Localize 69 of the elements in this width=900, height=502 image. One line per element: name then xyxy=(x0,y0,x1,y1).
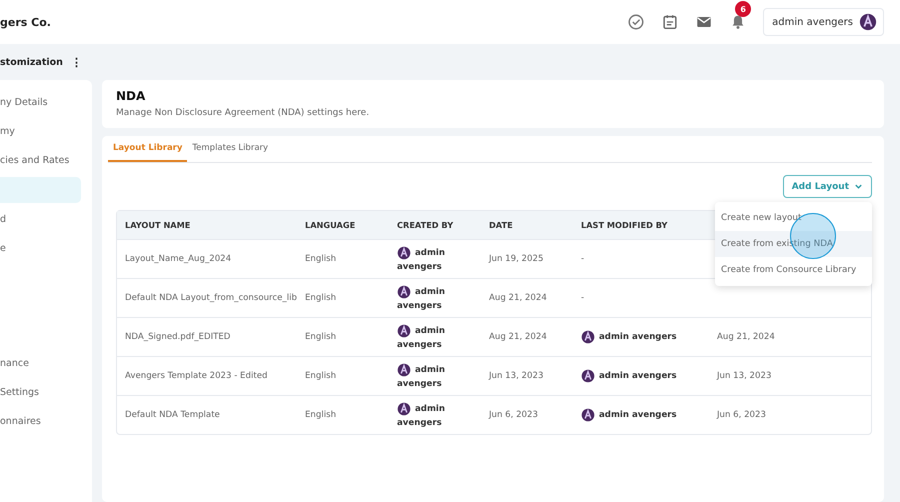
calendar-icon[interactable] xyxy=(661,13,680,31)
sidebar-item[interactable]: nance xyxy=(0,349,81,378)
add-layout-button[interactable]: Add Layout xyxy=(782,175,872,198)
sidebar-item[interactable]: cies and Rates xyxy=(0,146,81,175)
avatar-icon xyxy=(859,13,877,31)
column-header: CREATED BY xyxy=(396,220,454,230)
notification-badge: 6 xyxy=(735,1,752,17)
section-title: stomization xyxy=(0,56,63,68)
page-title: NDA xyxy=(116,89,146,103)
avatar-icon xyxy=(581,369,595,383)
table-cell-text: English xyxy=(304,254,338,264)
user-menu-button[interactable]: admin avengers xyxy=(763,8,884,36)
user-name: admin xyxy=(415,287,445,297)
avatar-icon xyxy=(581,330,595,344)
user-name: admin xyxy=(415,326,445,336)
sidebar-item[interactable]: onnaires xyxy=(0,407,81,436)
table-cell-text: Jun 6, 2023 xyxy=(488,410,539,420)
table-cell-text: Aug 21, 2024 xyxy=(488,332,548,342)
table-cell-text: English xyxy=(304,332,338,342)
user-name: admin xyxy=(415,404,445,414)
user-name: admin xyxy=(415,248,445,258)
tab[interactable]: Templates Library xyxy=(187,143,274,162)
table-cell: - xyxy=(581,293,584,303)
table-cell-text: English xyxy=(304,371,338,381)
user-name: avengers xyxy=(397,301,443,311)
user-name: avengers xyxy=(397,262,443,272)
user-name: admin avengers xyxy=(599,332,677,342)
company-name: gers Co. xyxy=(0,16,51,28)
avatar-icon xyxy=(581,408,595,422)
avatar-icon xyxy=(397,246,411,260)
table-cell-text: Default NDA Layout_from_consource_lib xyxy=(124,293,297,303)
sidebar-item[interactable]: my xyxy=(0,117,81,146)
check-circle-icon[interactable] xyxy=(627,13,646,31)
table-cell: Aug 21, 2024 xyxy=(717,332,775,342)
table-cell-text: Layout_Name_Aug_2024 xyxy=(124,254,232,264)
page-subtitle: Manage Non Disclosure Agreement (NDA) settings here. xyxy=(116,108,370,118)
avatar-icon xyxy=(397,402,411,416)
sidebar-item[interactable]: Settings xyxy=(0,378,81,407)
table-cell-text: Aug 21, 2024 xyxy=(488,293,548,303)
menu-item[interactable]: Create from Consource Library xyxy=(715,257,872,283)
table-cell-text: English xyxy=(304,293,338,303)
user-name: admin avengers xyxy=(599,410,677,420)
tab[interactable]: Layout Library xyxy=(108,143,188,162)
table-cell-text: Default NDA Template xyxy=(124,410,221,420)
user-name: avengers xyxy=(397,418,443,428)
avatar-icon xyxy=(397,363,411,377)
table-cell: - xyxy=(581,254,584,264)
user-name: avengers xyxy=(397,379,443,389)
column-header: DATE xyxy=(488,220,514,230)
table-cell-text: English xyxy=(304,410,338,420)
user-name: admin avengers xyxy=(599,371,677,381)
caret-icon xyxy=(854,182,863,191)
user-name: admin xyxy=(415,365,445,375)
more-menu-button[interactable]: ⋮ xyxy=(70,56,82,68)
avatar-icon xyxy=(397,285,411,299)
sidebar-item[interactable]: d xyxy=(0,205,81,234)
table-cell-text: Jun 19, 2025 xyxy=(488,254,544,264)
sidebar-item[interactable]: ny Details xyxy=(0,88,81,117)
table-cell-text: NDA_Signed.pdf_EDITED xyxy=(124,332,232,342)
table-cell-text: Jun 13, 2023 xyxy=(488,371,544,381)
column-header: LANGUAGE xyxy=(304,220,356,230)
avatar-icon xyxy=(397,324,411,338)
sidebar-item[interactable]: e xyxy=(0,234,81,263)
table-cell: Jun 6, 2023 xyxy=(717,410,766,420)
table-cell: Jun 13, 2023 xyxy=(717,371,772,381)
table-cell-text: Avengers Template 2023 - Edited xyxy=(124,371,268,381)
column-header: LAYOUT NAME xyxy=(124,220,192,230)
user-name: avengers xyxy=(397,340,443,350)
column-header: LAST MODIFIED BY xyxy=(580,220,668,230)
